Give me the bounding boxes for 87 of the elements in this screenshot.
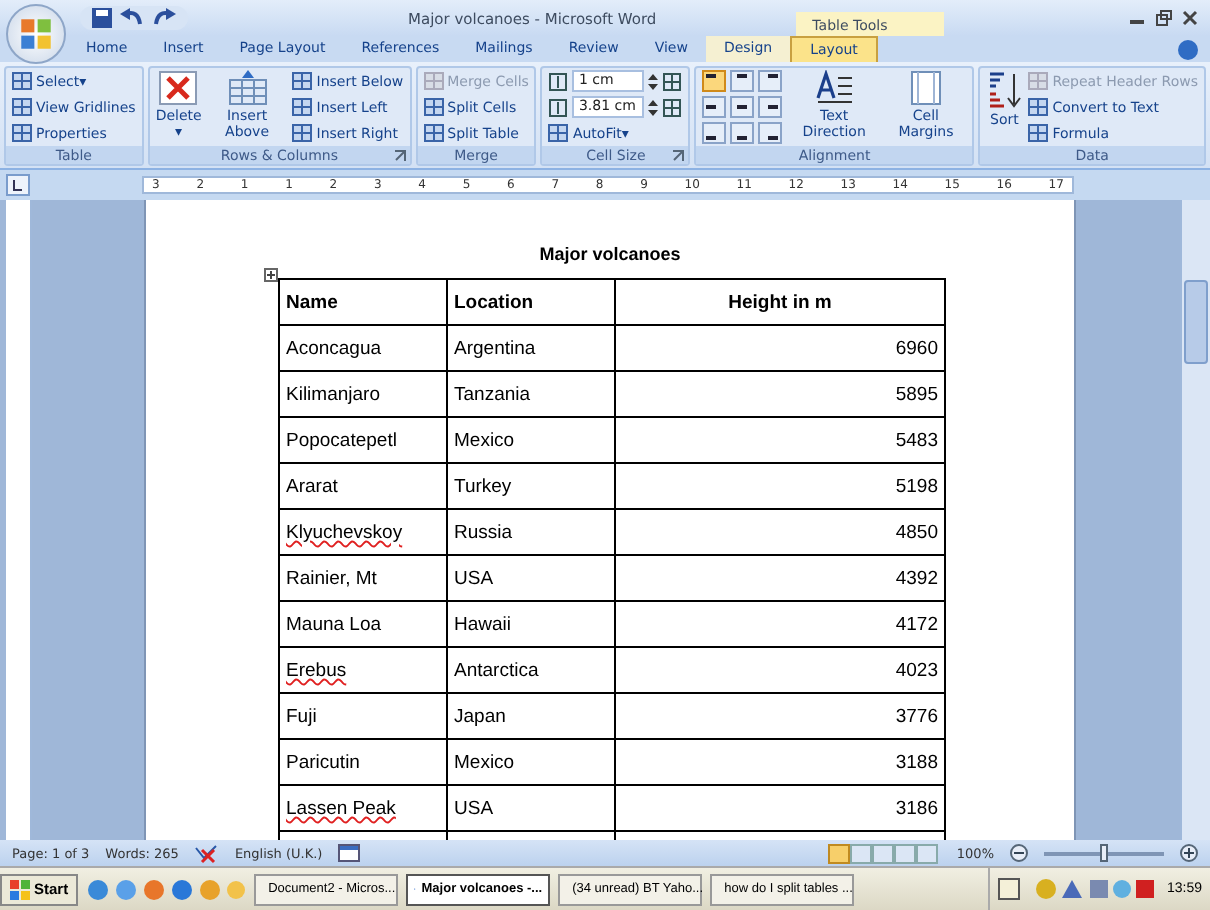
align-icon[interactable] bbox=[730, 122, 755, 144]
table-cell: Tanzania bbox=[447, 371, 615, 417]
document-title: Major volcanoes bbox=[537, 244, 683, 264]
dialog-launcher-icon[interactable] bbox=[672, 149, 685, 161]
align-icon[interactable] bbox=[758, 122, 783, 144]
table-cell: Mexico bbox=[447, 739, 615, 785]
align-icon[interactable] bbox=[730, 96, 755, 118]
align-icon[interactable] bbox=[758, 96, 783, 118]
table-icon bbox=[1028, 98, 1049, 116]
column-header: Height in m bbox=[615, 279, 945, 325]
table-cell: USA bbox=[447, 555, 615, 601]
restore-icon[interactable] bbox=[1156, 10, 1172, 26]
table-cell: 3776 bbox=[615, 693, 945, 739]
quick-launch-icons-drawing[interactable] bbox=[86, 877, 247, 901]
redo-icon[interactable] bbox=[152, 8, 176, 28]
table-icon bbox=[423, 72, 444, 90]
table-cell: Japan bbox=[447, 693, 615, 739]
table-cell: Mexico bbox=[447, 417, 615, 463]
table-cell: 4392 bbox=[615, 555, 945, 601]
table-cell: Paricutin bbox=[279, 739, 447, 785]
macro-icon[interactable] bbox=[338, 844, 361, 862]
undo-icon[interactable] bbox=[120, 8, 144, 28]
help-icon[interactable] bbox=[1178, 39, 1198, 59]
table-cell: Fuji bbox=[279, 693, 447, 739]
tray-icons-drawing[interactable] bbox=[998, 878, 1159, 900]
save-icon[interactable] bbox=[92, 8, 112, 28]
table-cell: Klyuchevskoy bbox=[279, 509, 447, 555]
close-icon[interactable] bbox=[1182, 10, 1198, 26]
table-icon bbox=[292, 124, 313, 142]
table-icon bbox=[12, 72, 32, 90]
align-icon[interactable] bbox=[730, 70, 755, 92]
delete-table-icon bbox=[158, 70, 199, 106]
distribute-icon[interactable] bbox=[662, 97, 683, 117]
vertical-scrollbar[interactable] bbox=[1180, 200, 1210, 840]
cell-size-icon bbox=[548, 97, 569, 117]
table-icon bbox=[292, 72, 313, 90]
column-header: Location bbox=[447, 279, 615, 325]
table-cell: Mauna Loa bbox=[279, 601, 447, 647]
table-cell: 4172 bbox=[615, 601, 945, 647]
tab-selector-icon[interactable] bbox=[6, 174, 30, 196]
office-button[interactable] bbox=[6, 4, 66, 64]
table-move-handle-icon[interactable] bbox=[264, 268, 278, 282]
margins-icon bbox=[909, 70, 942, 106]
table-cell: Popocatepetl bbox=[279, 417, 447, 463]
table-cell: Aconcagua bbox=[279, 325, 447, 371]
table-cell: 3188 bbox=[615, 739, 945, 785]
table-cell: Russia bbox=[447, 509, 615, 555]
table-cell: 5895 bbox=[615, 371, 945, 417]
table-cell: 6960 bbox=[615, 325, 945, 371]
table-cell: Erebus bbox=[279, 647, 447, 693]
zoom-in-icon[interactable] bbox=[1180, 844, 1198, 862]
align-icon[interactable] bbox=[702, 96, 727, 118]
table-cell: Turkey bbox=[447, 463, 615, 509]
table-cell: Ararat bbox=[279, 463, 447, 509]
table-icon bbox=[292, 98, 313, 116]
table-icon bbox=[423, 124, 444, 142]
table-cell: 5198 bbox=[615, 463, 945, 509]
windows-flag-icon bbox=[10, 879, 30, 899]
align-icon[interactable] bbox=[702, 70, 727, 92]
logo-icon bbox=[18, 16, 54, 52]
table-cell: Rainier, Mt bbox=[279, 555, 447, 601]
text-direction-icon bbox=[814, 70, 855, 106]
table-cell: USA bbox=[447, 785, 615, 831]
table-cell: Argentina bbox=[447, 325, 615, 371]
dialog-launcher-icon[interactable] bbox=[393, 149, 406, 161]
align-icon[interactable] bbox=[702, 122, 727, 144]
align-icon[interactable] bbox=[758, 70, 783, 92]
table-cell: Antarctica bbox=[447, 647, 615, 693]
table-cell: 5483 bbox=[615, 417, 945, 463]
column-header: Name bbox=[279, 279, 447, 325]
table-icon bbox=[1028, 72, 1049, 90]
zoom-out-icon[interactable] bbox=[1010, 844, 1028, 862]
proofing-icon[interactable] bbox=[194, 843, 219, 863]
sort-icon bbox=[986, 70, 1023, 110]
table-cell: 3186 bbox=[615, 785, 945, 831]
table-icon bbox=[548, 124, 569, 142]
table-cell: Kilimanjaro bbox=[279, 371, 447, 417]
table-icon bbox=[12, 124, 32, 142]
table-icon bbox=[423, 98, 444, 116]
table-icon bbox=[12, 98, 32, 116]
distribute-icon[interactable] bbox=[662, 71, 683, 91]
table-cell: 4023 bbox=[615, 647, 945, 693]
table-cell: 4850 bbox=[615, 509, 945, 555]
cell-size-icon bbox=[548, 71, 569, 91]
table-icon bbox=[1028, 124, 1049, 142]
table-cell: Lassen Peak bbox=[279, 785, 447, 831]
table-cell: Hawaii bbox=[447, 601, 615, 647]
